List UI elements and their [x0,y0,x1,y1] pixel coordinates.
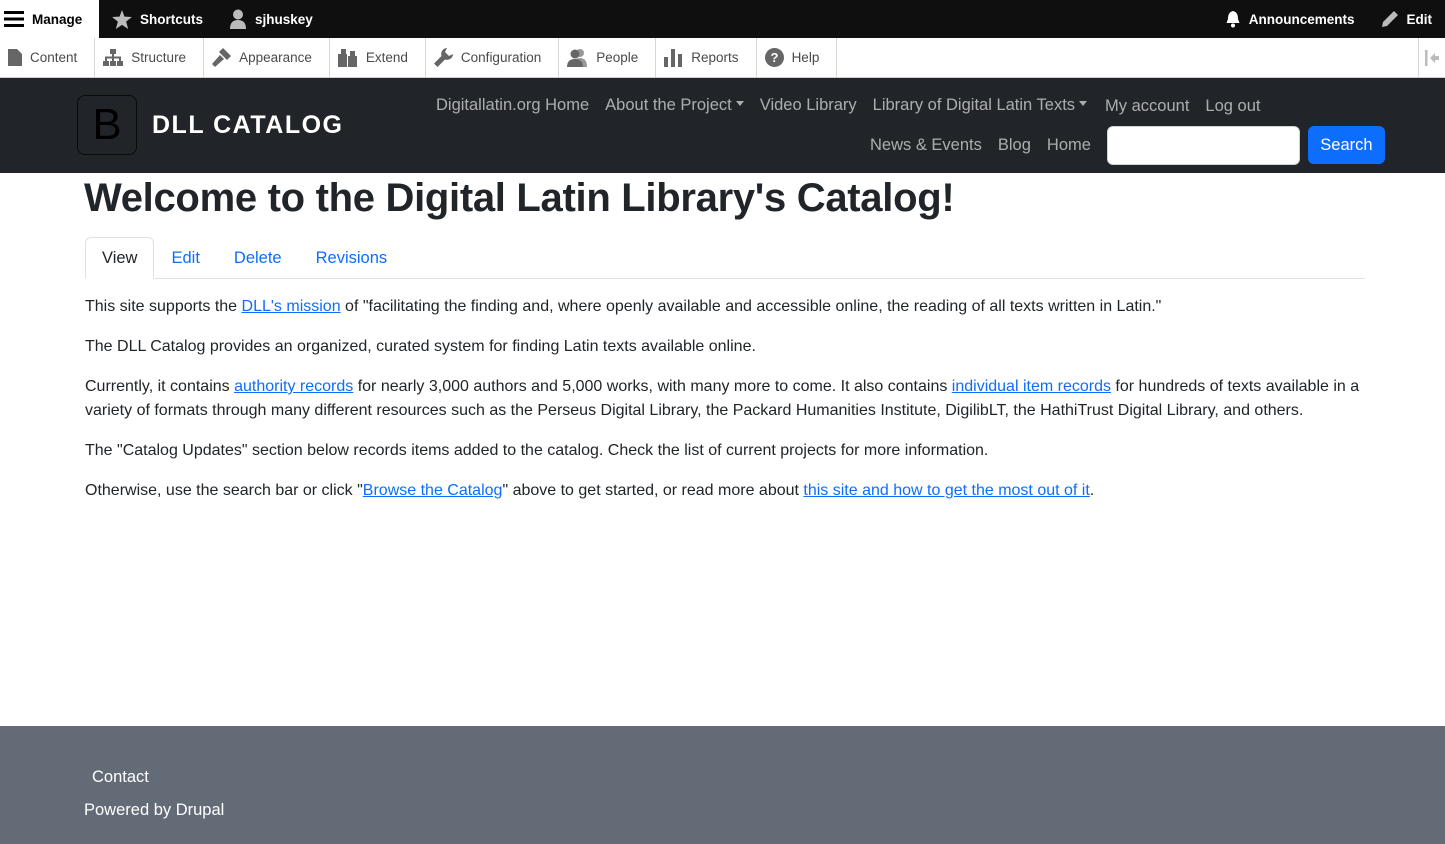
tray-item-configuration[interactable]: Configuration [426,38,560,77]
search-input[interactable] [1106,125,1300,165]
tray-item-content[interactable]: Content [0,38,96,77]
user-button[interactable]: sjhuskey [216,0,326,38]
extend-icon [337,48,357,67]
announcements-label: Announcements [1248,11,1355,27]
text: " above to get started, or read more abo… [502,482,804,499]
bell-icon [1226,10,1240,27]
site-header: B DLL CATALOG Digitallatin.org Home Abou… [0,78,1445,173]
site-footer: Contact Powered by Drupal [0,726,1445,844]
text: This site supports the [85,298,242,315]
powered-by-link[interactable]: Powered by Drupal [84,801,224,819]
nav-blog[interactable]: Blog [990,136,1039,155]
svg-text:?: ? [770,50,778,65]
text: . [1089,482,1095,499]
content-icon [8,49,22,66]
nav-video-library[interactable]: Video Library [752,96,865,115]
tray-item-reports[interactable]: Reports [656,38,757,77]
edit-label: Edit [1406,11,1433,27]
people-icon [567,49,588,67]
tray-item-help[interactable]: ? Help [757,38,838,77]
text: Otherwise, use the search bar or click " [85,482,363,499]
tray-item-extend[interactable]: Extend [330,38,426,77]
paragraph-contents: Currently, it contains authority records… [85,375,1365,423]
tray-item-label: Structure [131,50,187,65]
tray-item-label: Extend [365,50,408,65]
search-button[interactable]: Search [1307,126,1385,164]
nav-digitallatin-home[interactable]: Digitallatin.org Home [428,96,597,115]
user-label: sjhuskey [255,11,313,27]
site-name-link[interactable]: DLL CATALOG [152,111,343,140]
edit-mode-button[interactable]: Edit [1368,0,1445,38]
footer-contact-link[interactable]: Contact [92,768,149,787]
admin-toolbar: Manage Shortcuts sjhuskey Announcements … [0,0,1445,38]
browse-catalog-link[interactable]: Browse the Catalog [363,482,503,499]
tray-item-label: People [596,50,639,65]
paragraph-get-started: Otherwise, use the search bar or click "… [85,479,1365,503]
nav-log-out[interactable]: Log out [1197,97,1268,116]
main-nav-row-1: Digitallatin.org Home About the Project … [428,92,1445,118]
manage-label: Manage [32,11,83,27]
caret-down-icon [735,100,744,106]
tray-item-label: Appearance [239,50,312,65]
page-title: Welcome to the Digital Latin Library's C… [84,176,955,220]
tab-delete[interactable]: Delete [217,237,299,279]
caret-down-icon [1079,100,1088,106]
star-icon [112,9,132,29]
tray-item-appearance[interactable]: Appearance [204,38,330,77]
tray-item-structure[interactable]: Structure [95,38,205,77]
wrench-icon [433,48,453,67]
tab-view[interactable]: View [85,237,155,279]
nav-home[interactable]: Home [1039,136,1099,155]
nav-about-label: About the Project [605,95,732,114]
appearance-icon [212,48,232,67]
tray-item-label: Reports [691,50,739,65]
powered-by-drupal: Powered by Drupal [84,801,224,820]
site-logo[interactable]: B [77,95,137,155]
shortcuts-label: Shortcuts [140,11,204,27]
tray-item-label: Help [791,50,820,65]
text: for nearly 3,000 authors and 5,000 works… [353,378,952,395]
tray-orientation-toggle[interactable] [1418,38,1445,77]
text: Currently, it contains [85,378,235,395]
announcements-button[interactable]: Announcements [1212,0,1368,38]
manage-button[interactable]: Manage [0,0,99,38]
paragraph-overview: The DLL Catalog provides an organized, c… [85,338,756,355]
dll-mission-link[interactable]: DLL's mission [242,298,341,315]
tab-edit[interactable]: Edit [154,237,216,279]
tab-revisions[interactable]: Revisions [299,237,405,279]
body-content: This site supports the DLL's mission of … [85,295,1365,519]
paragraph-updates: The "Catalog Updates" section below reco… [85,442,989,459]
text: of "facilitating the finding and, where … [340,298,1162,315]
help-icon: ? [764,48,784,67]
individual-item-records-link[interactable]: individual item records [952,378,1111,395]
local-tasks-tabs: View Edit Delete Revisions [85,237,1365,279]
authority-records-link[interactable]: authority records [234,378,353,395]
paragraph-mission: This site supports the DLL's mission of … [85,295,1365,319]
structure-icon [103,49,124,66]
admin-tray: Content Structure Appearance Extend Conf… [0,38,1445,78]
user-icon [230,9,247,29]
nav-library-label: Library of Digital Latin Texts [872,95,1076,114]
tray-item-label: Configuration [460,50,542,65]
reports-icon [664,48,683,67]
collapse-sidebar-icon [1425,49,1439,66]
hamburger-icon [4,11,24,27]
logo-letter: B [92,100,122,149]
shortcuts-button[interactable]: Shortcuts [99,0,216,38]
nav-news-events[interactable]: News & Events [862,136,990,155]
tray-item-label: Content [30,50,78,65]
main-nav-row-2: News & Events Blog Home Search [862,125,1385,165]
nav-about-project-dropdown[interactable]: About the Project [597,96,752,115]
nav-library-digital-latin-texts-dropdown[interactable]: Library of Digital Latin Texts [865,96,1095,115]
tray-item-people[interactable]: People [559,38,657,77]
admin-toolbar-right: Announcements Edit [1212,0,1445,38]
about-site-link[interactable]: this site and how to get the most out of… [803,482,1089,499]
nav-my-account[interactable]: My account [1097,97,1197,116]
pencil-icon [1381,11,1398,27]
